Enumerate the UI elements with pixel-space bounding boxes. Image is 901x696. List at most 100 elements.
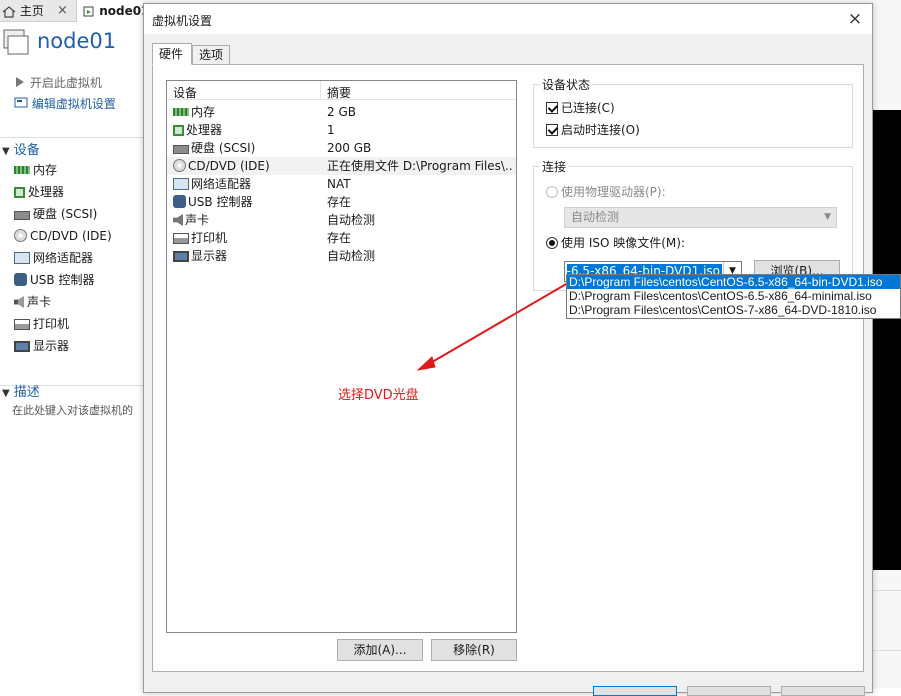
bg-device-usb[interactable]: USB 控制器 bbox=[14, 269, 112, 291]
column-header-summary[interactable]: 摘要 bbox=[327, 84, 351, 101]
device-summary: 1 bbox=[327, 123, 335, 137]
memory-icon bbox=[14, 166, 30, 174]
device-summary: 2 GB bbox=[327, 105, 356, 119]
dialog-titlebar: 虚拟机设置 × bbox=[144, 4, 872, 34]
description-placeholder[interactable]: 在此处键入对该虚拟机的 bbox=[12, 402, 142, 418]
remove-device-button[interactable]: 移除(R) bbox=[431, 639, 517, 661]
close-icon[interactable]: × bbox=[57, 0, 68, 22]
iso-option[interactable]: D:\Program Files\centos\CentOS-7-x86_64-… bbox=[567, 303, 900, 317]
device-summary: 存在 bbox=[327, 195, 352, 209]
vm-console-area bbox=[872, 0, 901, 688]
settings-icon bbox=[14, 97, 28, 108]
device-row-hard-disk[interactable]: 硬盘 (SCSI) 200 GB bbox=[167, 139, 516, 157]
memory-icon bbox=[173, 108, 189, 116]
bg-device-processor[interactable]: 处理器 bbox=[14, 181, 112, 203]
device-name: 声卡 bbox=[185, 213, 210, 227]
bg-device-memory[interactable]: 内存 bbox=[14, 159, 112, 181]
edit-vm-settings-link[interactable]: 编辑虚拟机设置 bbox=[14, 94, 116, 115]
radio-unselected-icon bbox=[546, 186, 558, 198]
devices-section-header[interactable]: ▼ 设备 bbox=[2, 139, 40, 158]
device-row-network[interactable]: 网络适配器 NAT bbox=[167, 175, 516, 193]
device-summary: 自动检测 bbox=[327, 249, 376, 263]
device-name: CD/DVD (IDE) bbox=[188, 159, 270, 173]
connection-group: 连接 使用物理驱动器(P): 自动检测 ▼ 使用 ISO 映像文件(M): D:… bbox=[533, 158, 853, 291]
checkbox-checked-icon bbox=[546, 124, 558, 136]
processor-icon bbox=[14, 187, 25, 198]
divider bbox=[0, 137, 150, 138]
connect-at-power-on-checkbox[interactable]: 启动时连接(O) bbox=[546, 121, 640, 138]
connected-label: 已连接(C) bbox=[561, 101, 615, 115]
vm-actions: 开启此虚拟机 编辑虚拟机设置 bbox=[14, 73, 116, 115]
annotation-text: 选择DVD光盘 bbox=[338, 388, 419, 403]
usb-icon bbox=[14, 273, 27, 286]
divider bbox=[872, 590, 901, 591]
physical-drive-value: 自动检测 bbox=[571, 210, 620, 224]
printer-icon bbox=[173, 233, 189, 244]
device-name: 网络适配器 bbox=[191, 177, 252, 191]
chevron-down-icon: ▼ bbox=[824, 212, 831, 222]
connect-at-power-on-label: 启动时连接(O) bbox=[561, 123, 640, 137]
bg-device-display[interactable]: 显示器 bbox=[14, 335, 112, 357]
bg-device-sound[interactable]: 声卡 bbox=[14, 291, 112, 313]
background-device-list: 内存 处理器 硬盘 (SCSI) CD/DVD (IDE) 网络适配器 USB … bbox=[14, 159, 112, 357]
device-row-sound[interactable]: 声卡 自动检测 bbox=[167, 211, 516, 229]
device-list-header: 设备 摘要 bbox=[167, 81, 516, 100]
column-header-device[interactable]: 设备 bbox=[173, 84, 197, 101]
device-name: 处理器 bbox=[186, 123, 223, 137]
vm-large-icon bbox=[3, 29, 29, 55]
device-row-usb[interactable]: USB 控制器 存在 bbox=[167, 193, 516, 211]
bg-device-printer[interactable]: 打印机 bbox=[14, 313, 112, 335]
device-list[interactable]: 设备 摘要 内存 2 GB 处理器 1 硬盘 (SCSI) 200 GB CD/… bbox=[166, 80, 517, 633]
dialog-title: 虚拟机设置 bbox=[152, 14, 213, 28]
tab-hardware[interactable]: 硬件 bbox=[152, 43, 192, 65]
bg-device-hard-disk[interactable]: 硬盘 (SCSI) bbox=[14, 203, 112, 225]
vm-screen-preview bbox=[872, 110, 901, 570]
connected-checkbox[interactable]: 已连接(C) bbox=[546, 99, 615, 116]
device-status-group: 设备状态 已连接(C) 启动时连接(O) bbox=[533, 76, 853, 148]
vm-header: node01 bbox=[0, 26, 150, 62]
iso-option[interactable]: D:\Program Files\centos\CentOS-6.5-x86_6… bbox=[567, 289, 900, 303]
iso-option[interactable]: D:\Program Files\centos\CentOS-6.5-x86_6… bbox=[567, 275, 900, 289]
divider bbox=[872, 650, 901, 651]
device-row-display[interactable]: 显示器 自动检测 bbox=[167, 247, 516, 265]
usb-icon bbox=[173, 195, 186, 208]
start-vm-link[interactable]: 开启此虚拟机 bbox=[14, 73, 116, 94]
device-row-memory[interactable]: 内存 2 GB bbox=[167, 103, 516, 121]
add-device-button[interactable]: 添加(A)... bbox=[337, 639, 423, 661]
connection-title: 连接 bbox=[540, 158, 569, 175]
device-summary: 存在 bbox=[327, 231, 352, 245]
network-icon bbox=[14, 252, 30, 264]
device-status-title: 设备状态 bbox=[540, 76, 593, 93]
device-row-printer[interactable]: 打印机 存在 bbox=[167, 229, 516, 247]
device-name: 硬盘 (SCSI) bbox=[191, 141, 256, 155]
tab-node01[interactable]: node01 bbox=[76, 0, 150, 22]
physical-drive-select: 自动检测 ▼ bbox=[564, 207, 837, 228]
column-separator[interactable] bbox=[320, 81, 321, 100]
bg-device-cd-dvd[interactable]: CD/DVD (IDE) bbox=[14, 225, 112, 247]
device-row-processor[interactable]: 处理器 1 bbox=[167, 121, 516, 139]
device-name: 显示器 bbox=[191, 249, 228, 263]
hardware-tab-panel: 设备 摘要 内存 2 GB 处理器 1 硬盘 (SCSI) 200 GB CD/… bbox=[152, 64, 864, 672]
workstation-tab-bar: 主页 × node01 bbox=[0, 0, 150, 22]
physical-drive-label: 使用物理驱动器(P): bbox=[561, 185, 666, 199]
display-icon bbox=[14, 341, 30, 352]
tab-home[interactable]: 主页 × bbox=[0, 0, 74, 22]
cd-dvd-icon bbox=[14, 229, 27, 242]
description-section-header[interactable]: ▼ 描述 bbox=[2, 381, 40, 400]
device-summary: 200 GB bbox=[327, 141, 372, 155]
processor-icon bbox=[173, 125, 184, 136]
vm-name: node01 bbox=[37, 29, 117, 53]
bg-device-network[interactable]: 网络适配器 bbox=[14, 247, 112, 269]
device-name: USB 控制器 bbox=[188, 195, 253, 209]
device-row-cd-dvd[interactable]: CD/DVD (IDE) 正在使用文件 D:\Program Files\... bbox=[167, 157, 516, 175]
hard-disk-icon bbox=[173, 145, 189, 154]
close-icon[interactable]: × bbox=[844, 8, 866, 30]
physical-drive-radio[interactable]: 使用物理驱动器(P): bbox=[546, 183, 666, 200]
start-vm-label: 开启此虚拟机 bbox=[29, 76, 102, 90]
tab-options[interactable]: 选项 bbox=[192, 45, 230, 65]
iso-image-radio[interactable]: 使用 ISO 映像文件(M): bbox=[546, 234, 685, 251]
display-icon bbox=[173, 251, 189, 262]
play-icon bbox=[16, 77, 24, 87]
iso-dropdown-list[interactable]: D:\Program Files\centos\CentOS-6.5-x86_6… bbox=[566, 274, 901, 319]
checkbox-checked-icon bbox=[546, 102, 558, 114]
